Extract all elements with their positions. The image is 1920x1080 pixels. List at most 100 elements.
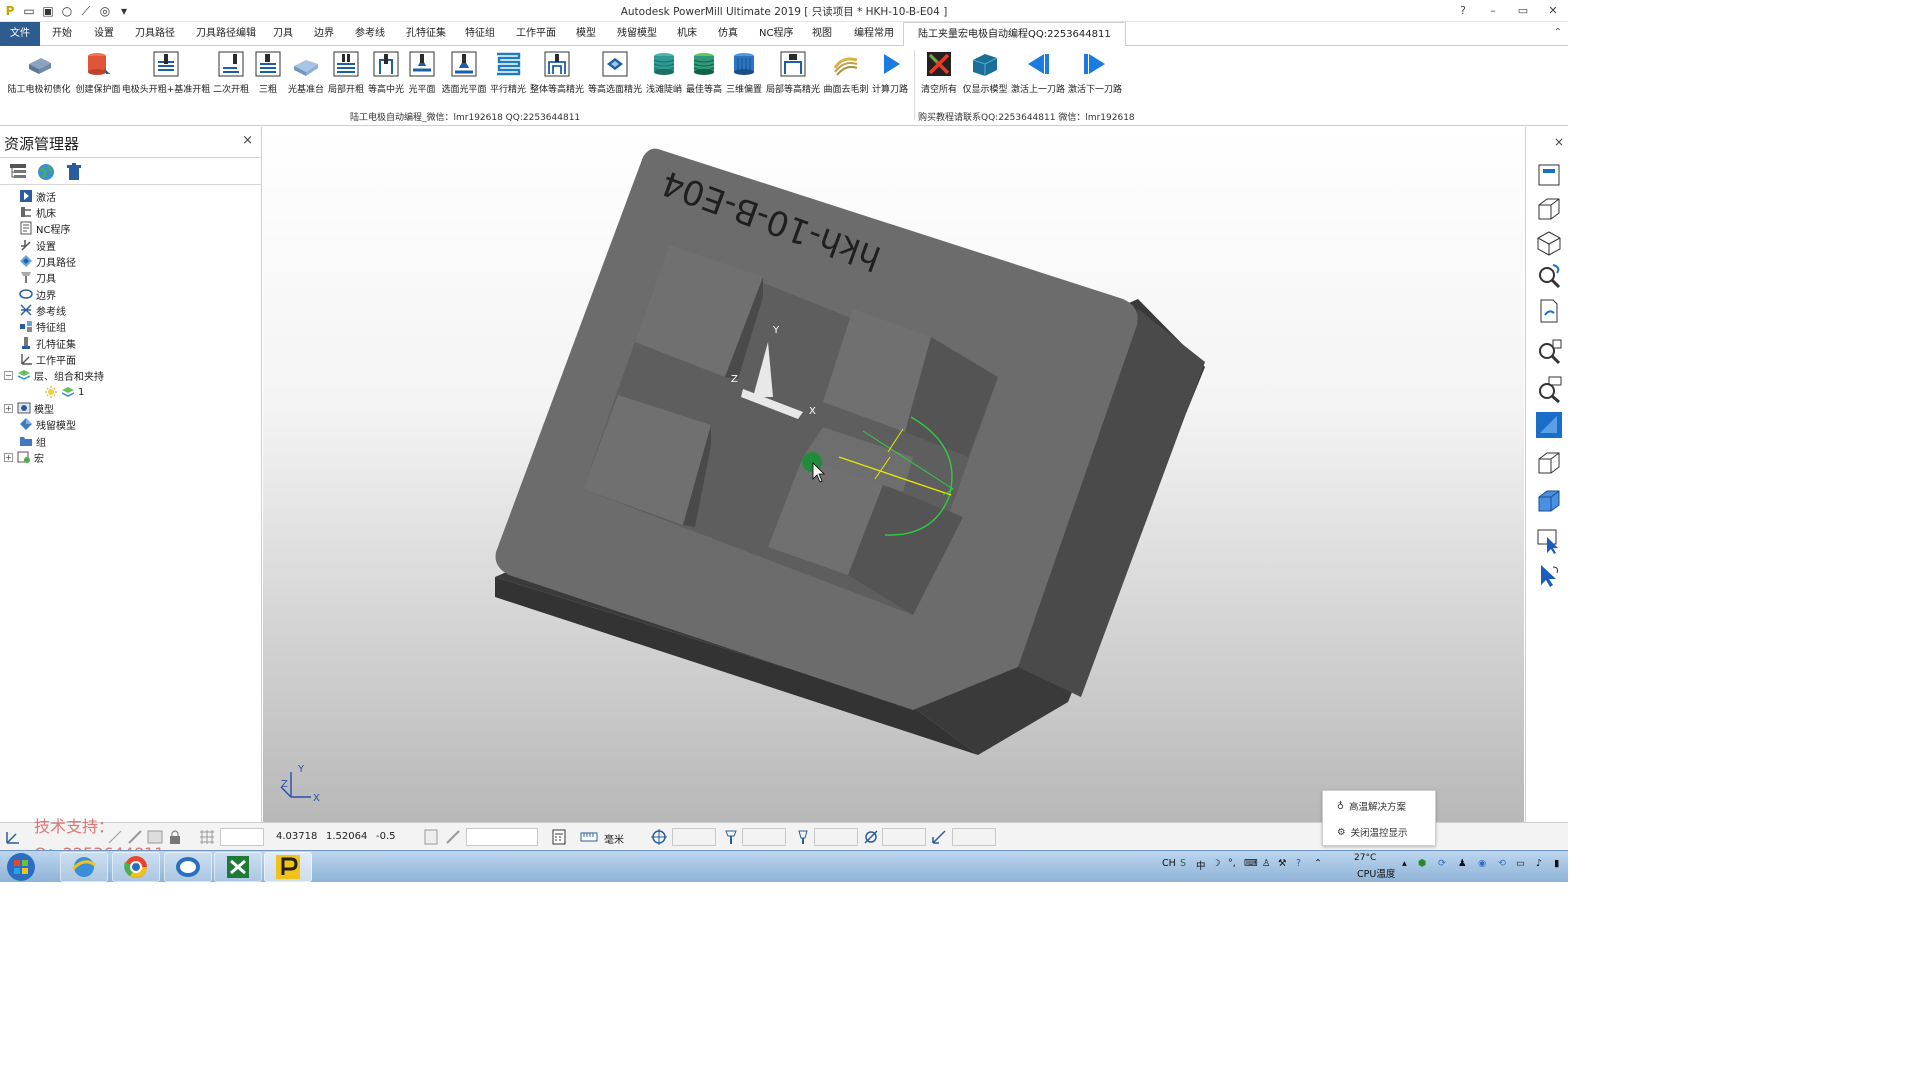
taskbar-app-chat[interactable]	[164, 852, 212, 882]
taskbar-app-chrome[interactable]	[112, 852, 160, 882]
notification-icon[interactable]: ▮	[1554, 858, 1559, 869]
tab-toolpaths[interactable]: 刀具路径	[131, 22, 179, 46]
tool-field[interactable]	[742, 828, 786, 846]
doc-icon[interactable]	[422, 828, 440, 846]
popup-item-solution[interactable]: ♁ 高温解决方案	[1337, 799, 1406, 814]
ribbon-button-optimized-z[interactable]: 最佳等高	[684, 48, 724, 96]
diameter-icon[interactable]	[862, 828, 880, 846]
help-tray-icon[interactable]: ?	[1296, 858, 1301, 869]
model-view[interactable]: hkh-10-B-E04 Y X Z Y X Z	[263, 127, 1524, 822]
tool-holder-icon[interactable]	[794, 828, 812, 846]
refresh-view-icon[interactable]	[1535, 297, 1563, 325]
view-cube-icon[interactable]	[1535, 229, 1563, 257]
tab-file[interactable]: 文件	[0, 22, 40, 46]
app-logo-icon[interactable]: P	[2, 3, 18, 19]
tab-hole-features[interactable]: 孔特征集	[402, 22, 450, 46]
feedrate-icon[interactable]	[930, 828, 948, 846]
delete-icon[interactable]	[64, 162, 84, 182]
zoom-fit-icon[interactable]	[1535, 337, 1563, 365]
security-icon[interactable]: ⬢	[1418, 858, 1426, 869]
tab-workplanes[interactable]: 工作平面	[512, 22, 560, 46]
crosshair-icon[interactable]	[650, 828, 668, 846]
customize-icon[interactable]: ▾	[116, 3, 132, 19]
ribbon-button-show-model[interactable]: 仅显示模型	[960, 48, 1010, 96]
ribbon-button-rest-rough[interactable]: 二次开粗	[212, 48, 250, 96]
shirt-icon[interactable]: ♙	[1262, 858, 1271, 869]
workplane-quick-icon[interactable]: ⟋	[78, 3, 94, 19]
tree-item-model[interactable]: + 模型	[4, 400, 54, 416]
tree-item-stock-model[interactable]: 残留模型	[6, 416, 76, 432]
tree-item-layer-1[interactable]: 1	[44, 384, 84, 400]
tree-item-pattern[interactable]: 参考线	[6, 302, 66, 318]
network-icon[interactable]: ▭	[1516, 858, 1525, 869]
feedrate-field[interactable]	[952, 828, 996, 846]
wireframe-view-icon[interactable]	[1535, 449, 1563, 477]
tab-common[interactable]: 编程常用	[850, 22, 898, 46]
ribbon-button-calculate[interactable]: 计算刀路	[870, 48, 910, 96]
tab-simulation[interactable]: 仿真	[714, 22, 742, 46]
close-icon[interactable]: ×	[1554, 135, 1564, 149]
tree-item-macro[interactable]: + 宏	[4, 449, 44, 465]
tree-item-toolpath[interactable]: 刀具路径	[6, 253, 76, 269]
link-icon[interactable]	[444, 828, 462, 846]
tree-item-setup[interactable]: 设置	[6, 237, 56, 253]
popup-item-close-monitor[interactable]: ⚙ 关闭温控显示	[1337, 825, 1408, 840]
moon-icon[interactable]: ☽	[1212, 858, 1221, 869]
graphics-viewport[interactable]: hkh-10-B-E04 Y X Z Y X Z	[263, 127, 1524, 822]
close-button[interactable]: ✕	[1538, 0, 1568, 22]
tool-select-icon[interactable]	[722, 828, 740, 846]
tab-patterns[interactable]: 参考线	[351, 22, 389, 46]
ribbon-button-next-toolpath[interactable]: 激活下一刀路	[1066, 48, 1124, 96]
ribbon-button-protect-surface[interactable]: 创建保护面	[74, 48, 122, 96]
ribbon-button-parallel-finish[interactable]: 平行精光	[488, 48, 528, 96]
calculator-icon[interactable]	[550, 828, 568, 846]
tab-toolpath-edit[interactable]: 刀具路径编辑	[192, 22, 260, 46]
zoom-icon[interactable]	[1535, 261, 1563, 289]
taskbar-app-excel[interactable]	[214, 852, 262, 882]
expand-icon[interactable]: +	[4, 403, 13, 413]
tree-item-group[interactable]: 组	[6, 433, 46, 449]
tree-item-feature-group[interactable]: 特征组	[6, 318, 66, 334]
ribbon-button-local-constant-z[interactable]: 局部等高精光	[764, 48, 822, 96]
input-mode-icon[interactable]: 中	[1196, 858, 1206, 872]
ribbon-button-select-constant-z[interactable]: 等高选面精光	[586, 48, 644, 96]
ribbon-button-base-finish[interactable]: 光基准台	[286, 48, 326, 96]
wrench-icon[interactable]: ⚒	[1278, 858, 1287, 869]
select-pointer-icon[interactable]	[1535, 561, 1563, 589]
ribbon-button-full-constant-z[interactable]: 整体等高精光	[528, 48, 586, 96]
view-iso-icon[interactable]	[1535, 195, 1563, 223]
tree-item-machine[interactable]: 机床	[6, 204, 56, 220]
grid-field[interactable]	[220, 828, 264, 846]
circle-icon[interactable]: ○	[59, 3, 75, 19]
tree-item-workplane[interactable]: 工作平面	[6, 351, 76, 367]
ribbon-button-electrode-init[interactable]: 陆工电极初债化	[6, 48, 72, 96]
help-icon[interactable]: ?	[1448, 0, 1478, 22]
ribbon-button-offset-3d[interactable]: 三维偏置	[724, 48, 764, 96]
collapse-icon[interactable]: −	[4, 370, 13, 380]
view-top-icon[interactable]	[1535, 161, 1563, 189]
tab-model[interactable]: 模型	[572, 22, 600, 46]
save-icon[interactable]: ▣	[40, 3, 56, 19]
ribbon-collapse-icon[interactable]: ⌃	[1554, 27, 1562, 38]
update-icon[interactable]: ⟲	[1498, 858, 1506, 869]
language-indicator[interactable]: CH	[1162, 858, 1176, 869]
chat-tray-icon[interactable]: ◉	[1478, 858, 1486, 869]
expand-icon[interactable]: +	[4, 452, 13, 462]
minimize-button[interactable]: –	[1478, 0, 1508, 22]
tolerance-field[interactable]	[672, 828, 716, 846]
ribbon-button-previous-toolpath[interactable]: 激活上一刀路	[1010, 48, 1066, 96]
tab-stock-model[interactable]: 残留模型	[613, 22, 661, 46]
tab-nc-programs[interactable]: NC程序	[755, 22, 797, 46]
taskbar-app-ie[interactable]	[60, 852, 108, 882]
tab-start[interactable]: 开始	[48, 22, 76, 46]
tab-setup[interactable]: 设置	[90, 22, 118, 46]
volume-icon[interactable]: ♪	[1536, 858, 1542, 869]
ribbon-button-deburr[interactable]: 曲面去毛刺	[822, 48, 870, 96]
qq-icon[interactable]: ♟	[1458, 858, 1467, 869]
ribbon-button-clear-all[interactable]: 清空所有	[918, 48, 960, 96]
ribbon-button-constant-z[interactable]: 等高中光	[366, 48, 406, 96]
ribbon-button-third-rough[interactable]: 三粗	[254, 48, 282, 96]
punctuation-icon[interactable]: °,	[1228, 858, 1236, 869]
show-hidden-icon[interactable]: ▴	[1402, 858, 1407, 869]
tree-item-layers[interactable]: − 层、组合和夹持	[4, 367, 104, 383]
